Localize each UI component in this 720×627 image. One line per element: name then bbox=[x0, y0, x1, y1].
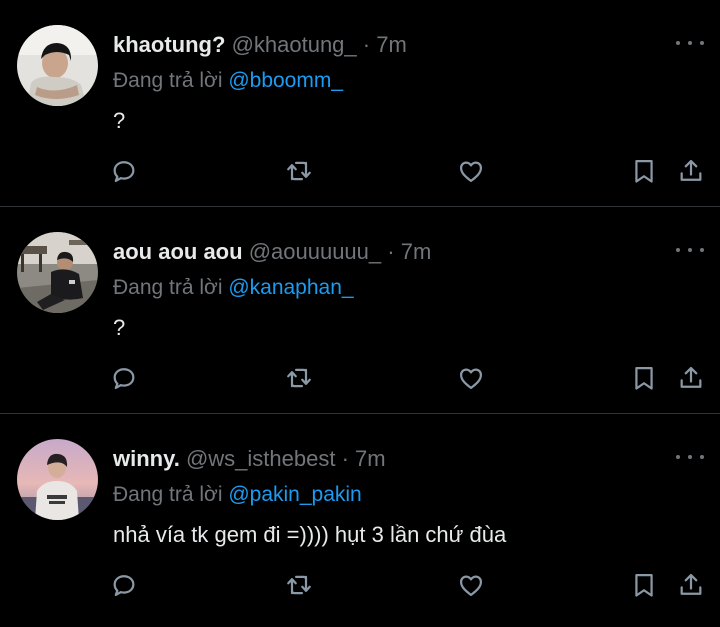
share-icon bbox=[680, 159, 702, 181]
retweet-button[interactable] bbox=[283, 569, 315, 601]
replying-to: Đang trả lời @pakin_pakin bbox=[113, 483, 362, 507]
more-icon[interactable] bbox=[676, 450, 704, 464]
bookmark-icon bbox=[635, 159, 653, 183]
heart-icon bbox=[459, 161, 483, 183]
retweet-icon bbox=[287, 368, 311, 388]
tweet-text: ? bbox=[113, 315, 126, 340]
action-bar bbox=[0, 569, 720, 601]
reply-icon bbox=[113, 575, 135, 597]
display-name[interactable]: winny. bbox=[113, 446, 180, 471]
bookmark-icon bbox=[635, 366, 653, 390]
reply-button[interactable] bbox=[108, 155, 140, 187]
replying-to: Đang trả lời @kanaphan_ bbox=[113, 276, 354, 300]
bookmark-icon bbox=[635, 573, 653, 597]
bookmark-button[interactable] bbox=[628, 569, 660, 601]
tweet-header: khaotung? @khaotung_ · 7m bbox=[113, 32, 407, 58]
share-icon bbox=[680, 573, 702, 595]
heart-icon bbox=[459, 368, 483, 390]
share-button[interactable] bbox=[675, 155, 707, 187]
timestamp[interactable]: 7m bbox=[376, 32, 407, 57]
reply-button[interactable] bbox=[108, 362, 140, 394]
bookmark-button[interactable] bbox=[628, 155, 660, 187]
avatar[interactable] bbox=[17, 439, 98, 520]
handle[interactable]: @aouuuuuu_ bbox=[249, 239, 381, 264]
replying-to: Đang trả lời @bboomm_ bbox=[113, 69, 343, 93]
reply-icon bbox=[113, 368, 135, 390]
replying-to-label: Đang trả lời bbox=[113, 69, 223, 92]
tweet-header: aou aou aou @aouuuuuu_ · 7m bbox=[113, 239, 431, 265]
share-button[interactable] bbox=[675, 362, 707, 394]
tweet-text: nhả vía tk gem đi =)))) hụt 3 lần chứ đù… bbox=[113, 522, 507, 547]
tweet-feed: khaotung? @khaotung_ · 7m Đang trả lời @… bbox=[0, 0, 720, 621]
retweet-icon bbox=[287, 161, 311, 181]
handle[interactable]: @khaotung_ bbox=[232, 32, 357, 57]
display-name[interactable]: aou aou aou bbox=[113, 239, 243, 264]
avatar[interactable] bbox=[17, 25, 98, 106]
mention-link[interactable]: @bboomm_ bbox=[228, 69, 343, 92]
timestamp[interactable]: 7m bbox=[355, 446, 386, 471]
reply-icon bbox=[113, 161, 135, 183]
retweet-button[interactable] bbox=[283, 155, 315, 187]
retweet-icon bbox=[287, 575, 311, 595]
tweet[interactable]: winny. @ws_isthebest · 7m Đang trả lời @… bbox=[0, 414, 720, 621]
like-button[interactable] bbox=[455, 362, 487, 394]
action-bar bbox=[0, 155, 720, 187]
share-icon bbox=[680, 366, 702, 388]
separator: · bbox=[387, 239, 395, 264]
avatar[interactable] bbox=[17, 232, 98, 313]
mention-link[interactable]: @pakin_pakin bbox=[228, 483, 361, 506]
more-icon[interactable] bbox=[676, 36, 704, 50]
share-button[interactable] bbox=[675, 569, 707, 601]
more-icon[interactable] bbox=[676, 243, 704, 257]
tweet-text: ? bbox=[113, 108, 126, 133]
separator: · bbox=[341, 446, 349, 471]
mention-link[interactable]: @kanaphan_ bbox=[228, 276, 353, 299]
action-bar bbox=[0, 362, 720, 394]
retweet-button[interactable] bbox=[283, 362, 315, 394]
handle[interactable]: @ws_isthebest bbox=[186, 446, 336, 471]
replying-to-label: Đang trả lời bbox=[113, 483, 223, 506]
like-button[interactable] bbox=[455, 155, 487, 187]
timestamp[interactable]: 7m bbox=[401, 239, 432, 264]
reply-button[interactable] bbox=[108, 569, 140, 601]
tweet[interactable]: khaotung? @khaotung_ · 7m Đang trả lời @… bbox=[0, 0, 720, 207]
like-button[interactable] bbox=[455, 569, 487, 601]
heart-icon bbox=[459, 575, 483, 597]
bookmark-button[interactable] bbox=[628, 362, 660, 394]
tweet[interactable]: aou aou aou @aouuuuuu_ · 7m Đang trả lời… bbox=[0, 207, 720, 414]
display-name[interactable]: khaotung? bbox=[113, 32, 225, 57]
separator: · bbox=[362, 32, 371, 57]
tweet-header: winny. @ws_isthebest · 7m bbox=[113, 446, 386, 472]
replying-to-label: Đang trả lời bbox=[113, 276, 223, 299]
